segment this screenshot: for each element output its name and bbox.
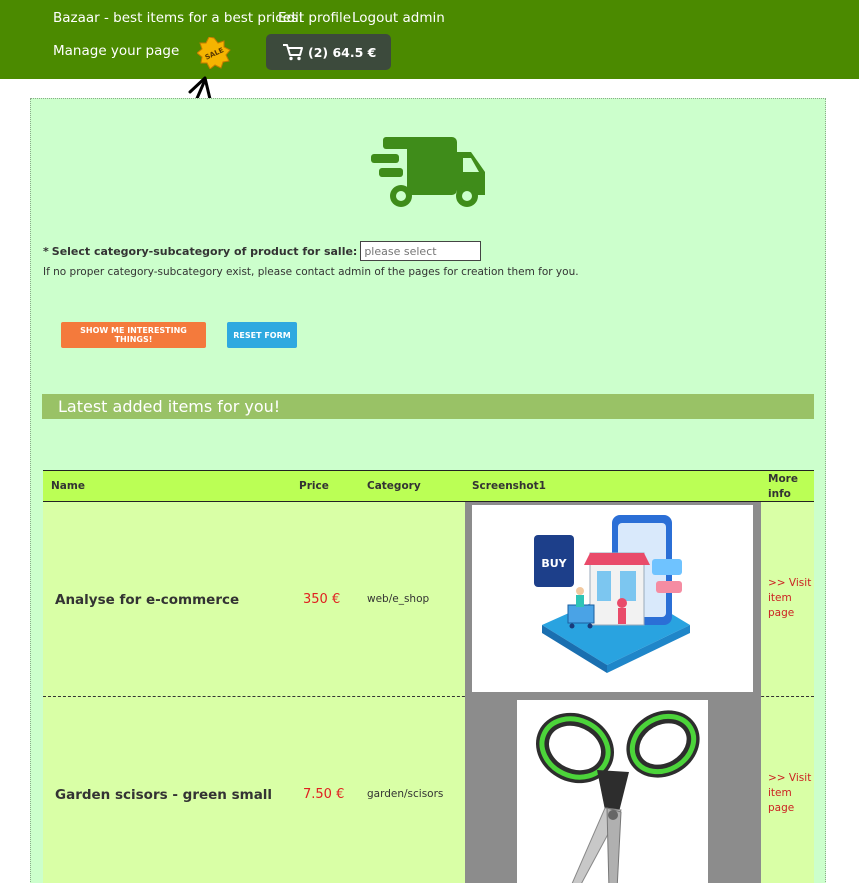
latest-items-heading: Latest added items for you! <box>42 394 814 419</box>
header-more-info-line1: More <box>768 473 798 485</box>
delivery-truck-icon <box>371 137 485 207</box>
edit-profile-link[interactable]: Edit profile <box>278 10 351 26</box>
header-more-info-line2: info <box>768 488 791 500</box>
top-nav-bar: Bazaar - best items for a best prices! E… <box>0 0 859 79</box>
header-price: Price <box>299 480 329 492</box>
visit-item-link[interactable]: >> Visit item page <box>768 576 811 621</box>
sale-badge-icon[interactable]: SALE <box>197 37 231 69</box>
cart-button[interactable]: (2) 64.5 € <box>266 34 391 70</box>
required-mark: * <box>43 244 49 258</box>
item-price: 350 € <box>303 592 341 607</box>
logout-link[interactable]: Logout admin <box>352 10 445 26</box>
main-panel: * Select category-subcategory of product… <box>30 98 826 883</box>
svg-text:BUY: BUY <box>541 557 567 570</box>
table-row: Garden scisors - green small 7.50 € gard… <box>43 697 814 883</box>
screenshot-cell <box>465 697 761 883</box>
reset-form-button[interactable]: RESET FORM <box>227 322 297 348</box>
item-price: 7.50 € <box>303 787 345 802</box>
category-hint: If no proper category-subcategory exist,… <box>43 266 579 278</box>
cart-icon <box>283 44 303 61</box>
show-interesting-button[interactable]: SHOW ME INTERESTING THINGS! <box>61 322 206 348</box>
header-category: Category <box>367 480 421 492</box>
category-label: Select category-subcategory of product f… <box>51 244 358 258</box>
items-table: Name Price Category Screenshot1 More inf… <box>43 470 814 883</box>
category-row: * Select category-subcategory of product… <box>43 241 482 261</box>
screenshot-cell: BUY <box>465 502 761 697</box>
item-name: Garden scisors - green small <box>55 787 273 803</box>
item-name: Analyse for e-commerce <box>55 592 240 608</box>
item-category: garden/scisors <box>367 788 444 800</box>
item-category: web/e_shop <box>367 593 430 605</box>
category-select-input[interactable] <box>360 241 482 261</box>
header-name: Name <box>51 480 85 492</box>
visit-item-link[interactable]: >> Visit item page <box>768 771 811 816</box>
cart-summary: (2) 64.5 € <box>308 44 377 60</box>
ecommerce-illustration-image[interactable]: BUY <box>472 505 753 692</box>
table-row: Analyse for e-commerce 350 € web/e_shop … <box>43 502 814 697</box>
table-header-row: Name Price Category Screenshot1 More inf… <box>43 470 814 502</box>
manage-page-link[interactable]: Manage your page <box>53 43 179 59</box>
brand-link[interactable]: Bazaar - best items for a best prices! <box>53 10 303 26</box>
header-screenshot: Screenshot1 <box>472 480 546 492</box>
garden-scissors-image[interactable] <box>517 700 708 883</box>
